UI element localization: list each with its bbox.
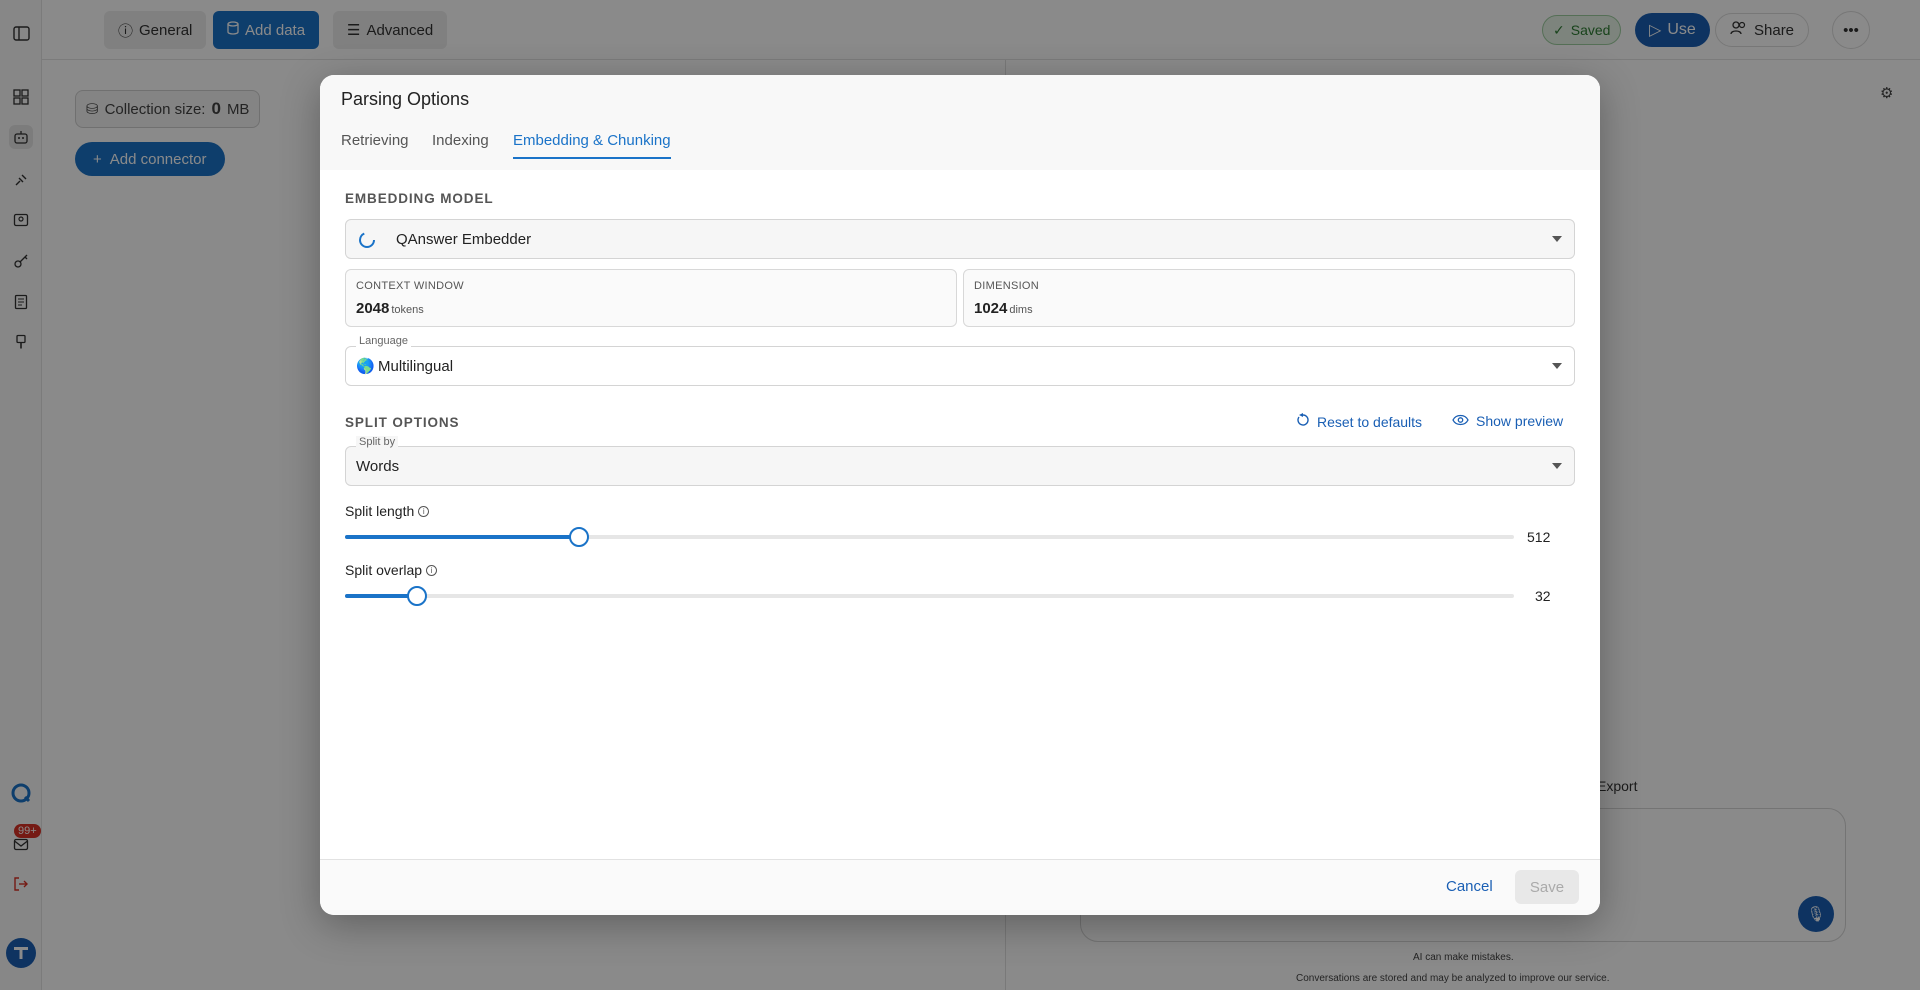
context-window-card: CONTEXT WINDOW 2048 tokens <box>345 269 957 327</box>
tab-embedding-chunking[interactable]: Embedding & Chunking <box>513 132 671 159</box>
split-options-heading: SPLIT OPTIONS <box>345 415 460 430</box>
cancel-button[interactable]: Cancel <box>1446 878 1493 895</box>
split-length-slider[interactable] <box>345 527 1514 547</box>
split-overlap-thumb[interactable] <box>407 586 428 606</box>
split-overlap-slider[interactable] <box>345 586 1514 606</box>
split-length-value: 512 <box>1527 529 1551 545</box>
split-overlap-label-row: Split overlap i <box>345 562 438 578</box>
dimension-card: DIMENSION 1024 dims <box>963 269 1575 327</box>
split-by-select[interactable]: Words <box>345 446 1575 486</box>
reset-defaults-label: Reset to defaults <box>1317 413 1423 430</box>
context-window-label: CONTEXT WINDOW <box>356 280 464 292</box>
split-overlap-label: Split overlap <box>345 562 423 578</box>
chevron-down-icon <box>1552 463 1562 469</box>
dialog-title: Parsing Options <box>341 89 470 109</box>
embedding-model-heading: EMBEDDING MODEL <box>345 191 494 206</box>
tab-indexing[interactable]: Indexing <box>432 132 489 157</box>
globe-icon: 🌎 <box>356 358 375 375</box>
split-overlap-value: 32 <box>1535 588 1551 604</box>
dimension-value: 1024 dims <box>974 300 1033 317</box>
save-button[interactable]: Save <box>1515 870 1579 904</box>
reset-icon <box>1296 413 1310 430</box>
split-by-legend: Split by <box>356 436 399 448</box>
show-preview-label: Show preview <box>1476 413 1564 429</box>
dialog-footer: Cancel Save <box>320 859 1600 915</box>
chevron-down-icon <box>1552 363 1562 369</box>
reset-defaults-button[interactable]: Reset to defaults <box>1296 413 1422 430</box>
info-icon[interactable]: i <box>426 564 438 576</box>
show-preview-button[interactable]: Show preview <box>1452 413 1563 429</box>
split-length-label: Split length <box>345 503 415 519</box>
context-window-value: 2048 tokens <box>356 300 424 317</box>
info-icon[interactable]: i <box>418 505 430 517</box>
tab-retrieving[interactable]: Retrieving <box>341 132 409 157</box>
embedding-model-value: QAnswer Embedder <box>396 230 532 248</box>
language-value: Multilingual <box>378 357 454 375</box>
split-length-thumb[interactable] <box>568 527 589 547</box>
split-length-label-row: Split length i <box>345 503 430 519</box>
parsing-options-dialog: Parsing Options Retrieving Indexing Embe… <box>320 75 1600 915</box>
embedding-model-select[interactable]: QAnswer Embedder <box>345 219 1575 259</box>
eye-icon <box>1452 413 1469 429</box>
split-by-value: Words <box>356 457 400 475</box>
split-length-fill <box>345 535 579 539</box>
language-select[interactable]: 🌎 Multilingual <box>345 346 1575 386</box>
dialog-header: Parsing Options Retrieving Indexing Embe… <box>320 75 1600 170</box>
dimension-label: DIMENSION <box>974 280 1040 292</box>
chevron-down-icon <box>1552 236 1562 242</box>
language-legend: Language <box>356 335 411 347</box>
model-loader-icon <box>358 231 376 253</box>
